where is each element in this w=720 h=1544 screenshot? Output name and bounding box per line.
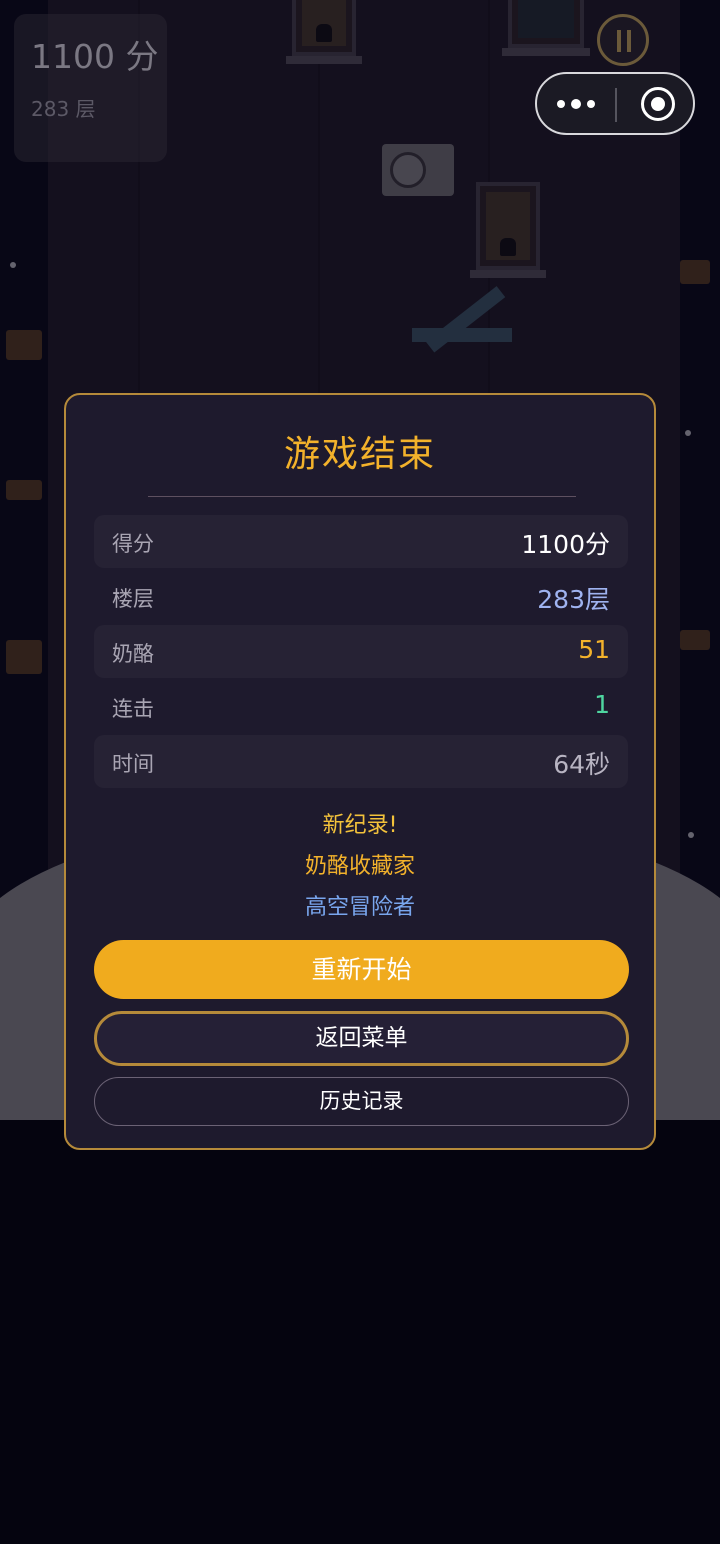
pause-button[interactable] xyxy=(597,14,649,66)
score-panel: 1100 分 283 层 xyxy=(14,14,167,162)
stat-row-combo: 连击 1 xyxy=(94,680,628,733)
back-to-menu-button[interactable]: 返回菜单 xyxy=(94,1011,629,1066)
stat-label: 奶酪 xyxy=(112,642,154,666)
stat-value: 64秒 xyxy=(553,750,610,779)
stat-label: 连击 xyxy=(112,697,154,721)
dialog-title: 游戏结束 xyxy=(283,434,436,475)
history-button[interactable]: 历史记录 xyxy=(94,1077,629,1126)
stat-value: 51 xyxy=(578,635,610,664)
hud-score-value: 1100 分 xyxy=(31,37,159,76)
miniprogram-capsule xyxy=(535,72,695,135)
stat-row-floor: 楼层 283层 xyxy=(94,570,628,623)
stat-value: 1 xyxy=(594,690,610,719)
achievement-cheese-collector: 奶酪收藏家 xyxy=(304,854,415,879)
achievement-new-record: 新纪录! xyxy=(322,813,398,838)
stat-label: 楼层 xyxy=(112,587,154,611)
achievement-sky-adventurer: 高空冒险者 xyxy=(304,895,415,920)
stat-label: 时间 xyxy=(112,752,154,776)
more-dots-icon[interactable] xyxy=(557,93,597,115)
title-divider xyxy=(148,496,576,497)
restart-button[interactable]: 重新开始 xyxy=(94,940,629,999)
stat-row-cheese: 奶酪 51 xyxy=(94,625,628,678)
capsule-divider xyxy=(615,88,617,122)
stat-row-score: 得分 1100分 xyxy=(94,515,628,568)
stat-label: 得分 xyxy=(112,532,154,556)
stat-row-time: 时间 64秒 xyxy=(94,735,628,788)
stat-value: 1100分 xyxy=(521,530,610,559)
target-close-icon[interactable] xyxy=(641,87,675,121)
stat-value: 283层 xyxy=(537,585,610,614)
hud-floor-value: 283 层 xyxy=(31,97,96,121)
game-over-dialog: 游戏结束 得分 1100分 楼层 283层 奶酪 51 连击 1 时间 64秒 … xyxy=(64,393,656,1150)
